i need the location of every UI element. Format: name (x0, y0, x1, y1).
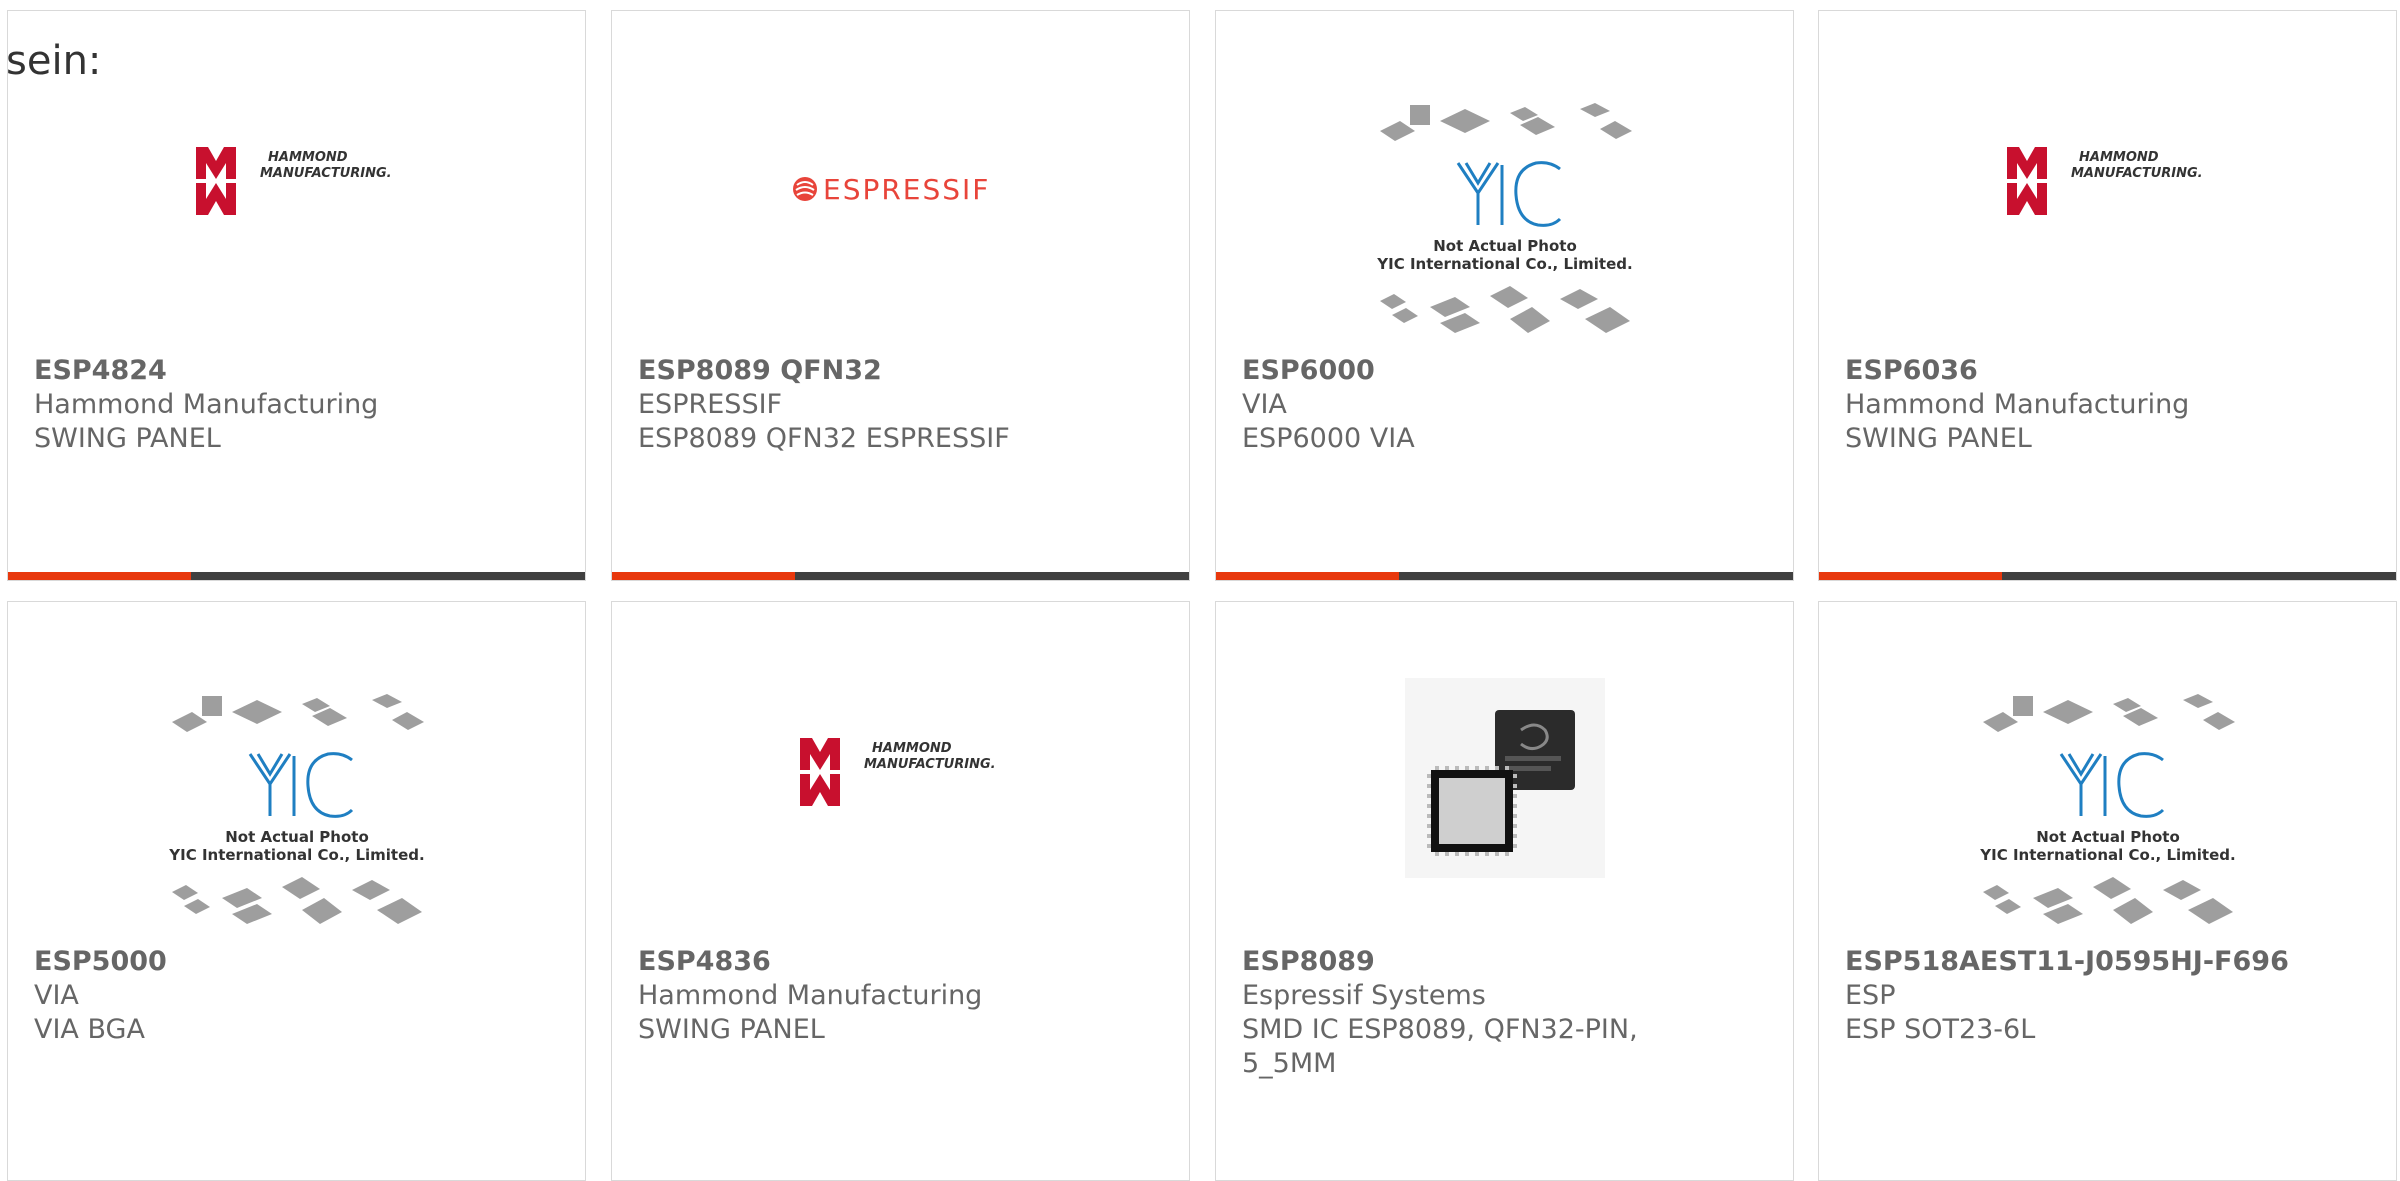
manufacturer: Hammond Manufacturing (638, 980, 983, 1011)
product-card[interactable]: HAMMOND MANUFACTURING. ESP4824 Hammond M… (7, 10, 586, 581)
hammond-logo-line1: HAMMOND (2079, 150, 2159, 165)
yic-line2: YIC International Co., Limited. (1376, 255, 1632, 273)
product-card[interactable]: Not Actual Photo YIC International Co., … (7, 601, 586, 1181)
hammond-logo-line1: HAMMOND (268, 150, 348, 165)
product-card[interactable]: HAMMOND MANUFACTURING. ESP4836 Hammond M… (611, 601, 1190, 1181)
hammond-logo-image: HAMMOND MANUFACTURING. (8, 71, 585, 351)
manufacturer: VIA (1242, 389, 1287, 420)
card-bottom-bar (1216, 572, 1793, 580)
part-number[interactable]: ESP8089 (1242, 945, 1773, 979)
hammond-logo-line2: MANUFACTURING. (260, 166, 392, 181)
manufacturer: VIA (34, 980, 79, 1011)
intro-text: sein: (6, 38, 102, 84)
yic-line1: Not Actual Photo (1433, 237, 1577, 255)
yic-line2: YIC International Co., Limited. (168, 846, 424, 864)
manufacturer: Espressif Systems (1242, 980, 1486, 1011)
part-number[interactable]: ESP6036 (1845, 354, 2376, 388)
manufacturer: ESP (1845, 980, 1896, 1011)
card-bottom-bar (1819, 572, 2396, 580)
hammond-logo-line2: MANUFACTURING. (864, 757, 996, 772)
manufacturer: Hammond Manufacturing (1845, 389, 2190, 420)
part-number[interactable]: ESP8089 QFN32 (638, 354, 1169, 388)
description: SMD IC ESP8089, QFN32-PIN, (1242, 1014, 1638, 1045)
description: VIA BGA (34, 1014, 145, 1045)
part-number[interactable]: ESP4836 (638, 945, 1169, 979)
part-number[interactable]: ESP4824 (34, 354, 565, 388)
description: ESP8089 QFN32 ESPRESSIF (638, 423, 1010, 454)
hammond-logo-image: HAMMOND MANUFACTURING. (612, 662, 1189, 942)
yic-line1: Not Actual Photo (225, 828, 369, 846)
hammond-logo-image: HAMMOND MANUFACTURING. (1819, 71, 2396, 351)
hammond-logo-line2: MANUFACTURING. (2071, 166, 2203, 181)
description: ESP SOT23-6L (1845, 1014, 2036, 1045)
card-bottom-bar (8, 572, 585, 580)
product-card[interactable]: HAMMOND MANUFACTURING. ESP6036 Hammond M… (1818, 10, 2397, 581)
description: SWING PANEL (638, 1014, 825, 1045)
part-number[interactable]: ESP518AEST11-J0595HJ-F696 (1845, 945, 2376, 979)
description: SWING PANEL (34, 423, 221, 454)
manufacturer: ESPRESSIF (638, 389, 783, 420)
espressif-logo-image: ESPRESSIF (612, 71, 1189, 351)
description: ESP6000 VIA (1242, 423, 1415, 454)
hammond-logo-line1: HAMMOND (872, 741, 952, 756)
product-card[interactable]: Not Actual Photo YIC International Co., … (1215, 10, 1794, 581)
yic-placeholder-image: Not Actual Photo YIC International Co., … (8, 662, 585, 942)
yic-placeholder-image: Not Actual Photo YIC International Co., … (1819, 662, 2396, 942)
part-number[interactable]: ESP6000 (1242, 354, 1773, 388)
product-card[interactable]: ESP8089 Espressif Systems SMD IC ESP8089… (1215, 601, 1794, 1181)
description-line2: 5_5MM (1242, 1048, 1337, 1079)
yic-line1: Not Actual Photo (2036, 828, 2180, 846)
manufacturer: Hammond Manufacturing (34, 389, 379, 420)
espressif-logo-text: ESPRESSIF (823, 173, 990, 206)
card-bottom-bar (612, 572, 1189, 580)
yic-line2: YIC International Co., Limited. (1979, 846, 2235, 864)
chip-photo-image (1216, 662, 1793, 942)
yic-placeholder-image: Not Actual Photo YIC International Co., … (1216, 71, 1793, 351)
description: SWING PANEL (1845, 423, 2032, 454)
product-card[interactable]: Not Actual Photo YIC International Co., … (1818, 601, 2397, 1181)
part-number[interactable]: ESP5000 (34, 945, 565, 979)
product-card[interactable]: ESPRESSIF ESP8089 QFN32 ESPRESSIF ESP808… (611, 10, 1190, 581)
